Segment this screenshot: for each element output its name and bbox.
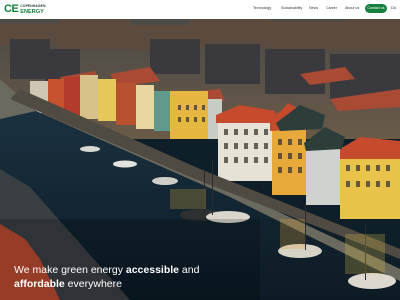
headline-part-3: everywhere — [64, 277, 122, 290]
hero-image-nyhavn — [0, 19, 400, 300]
contact-button[interactable]: Contact us — [365, 4, 387, 13]
headline-accessible: accessible — [125, 264, 180, 276]
headline-part-2: and — [179, 264, 200, 276]
hero-section: We make green energy accessible and affo… — [0, 19, 400, 300]
hero-headline: We make green energy accessible and affo… — [14, 264, 224, 291]
nav-item-technology[interactable]: Technology — [253, 6, 271, 10]
nav-menu: Technology Sustainability News Career Ab… — [0, 0, 400, 19]
nav-item-sustainability[interactable]: Sustainability — [281, 6, 302, 10]
nav-item-news[interactable]: News — [309, 6, 318, 10]
top-navigation: CE COPENHAGEN ENERGY Technology Sustaina… — [0, 0, 400, 19]
headline-part-1: We make green energy — [14, 264, 126, 276]
nav-item-about[interactable]: About us — [345, 6, 359, 10]
nav-item-career[interactable]: Career — [326, 6, 337, 10]
headline-affordable: affordable — [14, 277, 65, 290]
language-switcher[interactable]: DA — [391, 6, 396, 10]
